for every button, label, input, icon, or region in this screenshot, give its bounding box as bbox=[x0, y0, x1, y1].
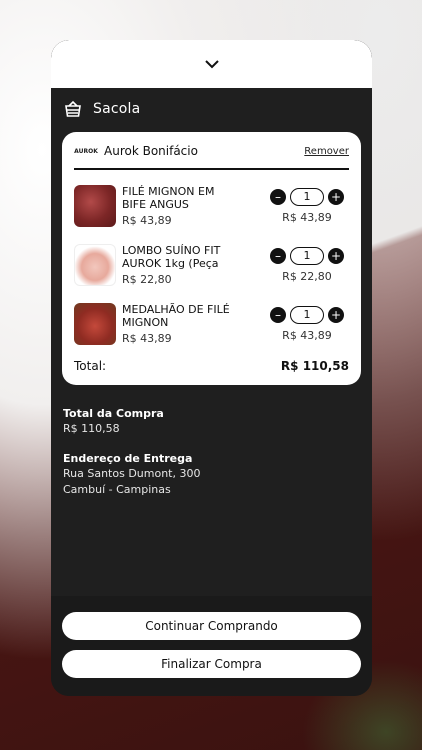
remove-store-link[interactable]: Remover bbox=[304, 146, 349, 157]
chevron-down-icon bbox=[204, 60, 219, 69]
finish-purchase-button[interactable]: Finalizar Compra bbox=[62, 650, 361, 678]
cart-total-row: Total: R$ 110,58 bbox=[74, 353, 349, 373]
item-subtotal: R$ 43,89 bbox=[282, 328, 332, 342]
cart-sheet: Sacola AUROK Aurok Bonifácio Remover FIL… bbox=[51, 40, 372, 696]
delivery-address-line1: Rua Santos Dumont, 300 bbox=[63, 467, 201, 480]
cart-total-label: Total: bbox=[74, 359, 107, 373]
plus-icon[interactable]: + bbox=[328, 247, 344, 264]
item-thumbnail bbox=[74, 184, 116, 227]
item-name: FILÉ MIGNON EM BIFE ANGUS bbox=[122, 184, 215, 211]
quantity-stepper: – 1 + bbox=[270, 187, 344, 206]
quantity-value[interactable]: 1 bbox=[290, 246, 324, 265]
cart-item: LOMBO SUÍNO FIT AUROK 1kg (Peça R$ 22,80… bbox=[74, 235, 349, 294]
item-thumbnail bbox=[74, 302, 116, 345]
quantity-stepper: – 1 + bbox=[270, 246, 344, 265]
bag-title: Sacola bbox=[93, 101, 141, 117]
item-info: MEDALHÃO DE FILÉ MIGNON R$ 43,89 bbox=[122, 303, 265, 345]
cart-item: MEDALHÃO DE FILÉ MIGNON R$ 43,89 – 1 + R… bbox=[74, 294, 349, 353]
footer-buttons: Continuar Comprando Finalizar Compra bbox=[51, 596, 372, 696]
basket-icon bbox=[65, 100, 81, 117]
item-thumbnail bbox=[74, 243, 116, 286]
item-controls: – 1 + R$ 43,89 bbox=[265, 305, 349, 342]
purchase-total-block: Total da Compra R$ 110,58 bbox=[63, 407, 360, 436]
item-info: FILÉ MIGNON EM BIFE ANGUS R$ 43,89 bbox=[122, 185, 265, 227]
store-name: Aurok Bonifácio bbox=[104, 144, 198, 158]
item-subtotal: R$ 43,89 bbox=[282, 210, 332, 224]
item-price: R$ 43,89 bbox=[122, 213, 172, 227]
cart-card: AUROK Aurok Bonifácio Remover FILÉ MIGNO… bbox=[62, 132, 361, 385]
quantity-stepper: – 1 + bbox=[270, 305, 344, 324]
purchase-total-title: Total da Compra bbox=[63, 407, 164, 420]
sheet-handle bbox=[51, 40, 372, 88]
item-controls: – 1 + R$ 43,89 bbox=[265, 187, 349, 224]
item-subtotal: R$ 22,80 bbox=[282, 269, 332, 283]
item-price: R$ 43,89 bbox=[122, 331, 172, 345]
continue-shopping-button[interactable]: Continuar Comprando bbox=[62, 612, 361, 640]
delivery-address-block: Endereço de Entrega Rua Santos Dumont, 3… bbox=[63, 452, 360, 497]
plus-icon[interactable]: + bbox=[328, 306, 344, 323]
quantity-value[interactable]: 1 bbox=[290, 305, 324, 324]
purchase-total-value: R$ 110,58 bbox=[63, 422, 120, 435]
item-name: MEDALHÃO DE FILÉ MIGNON bbox=[122, 302, 230, 329]
delivery-address-title: Endereço de Entrega bbox=[63, 452, 193, 465]
collapse-button[interactable] bbox=[200, 54, 224, 74]
quantity-value[interactable]: 1 bbox=[290, 187, 324, 206]
cart-total-value: R$ 110,58 bbox=[280, 359, 349, 373]
item-info: LOMBO SUÍNO FIT AUROK 1kg (Peça R$ 22,80 bbox=[122, 244, 265, 286]
order-summary: Total da Compra R$ 110,58 Endereço de En… bbox=[51, 385, 372, 497]
plus-icon[interactable]: + bbox=[328, 188, 344, 205]
store-logo: AUROK bbox=[74, 147, 98, 155]
item-controls: – 1 + R$ 22,80 bbox=[265, 246, 349, 283]
store-left: AUROK Aurok Bonifácio bbox=[74, 144, 198, 158]
cart-item: FILÉ MIGNON EM BIFE ANGUS R$ 43,89 – 1 +… bbox=[74, 176, 349, 235]
item-price: R$ 22,80 bbox=[122, 272, 172, 286]
minus-icon[interactable]: – bbox=[270, 188, 286, 205]
cart-items: FILÉ MIGNON EM BIFE ANGUS R$ 43,89 – 1 +… bbox=[74, 170, 349, 353]
store-row: AUROK Aurok Bonifácio Remover bbox=[74, 144, 349, 170]
delivery-address-line2: Cambuí - Campinas bbox=[63, 483, 171, 496]
bag-header: Sacola bbox=[51, 88, 372, 130]
minus-icon[interactable]: – bbox=[270, 306, 286, 323]
item-name: LOMBO SUÍNO FIT AUROK 1kg (Peça bbox=[122, 243, 221, 270]
minus-icon[interactable]: – bbox=[270, 247, 286, 264]
